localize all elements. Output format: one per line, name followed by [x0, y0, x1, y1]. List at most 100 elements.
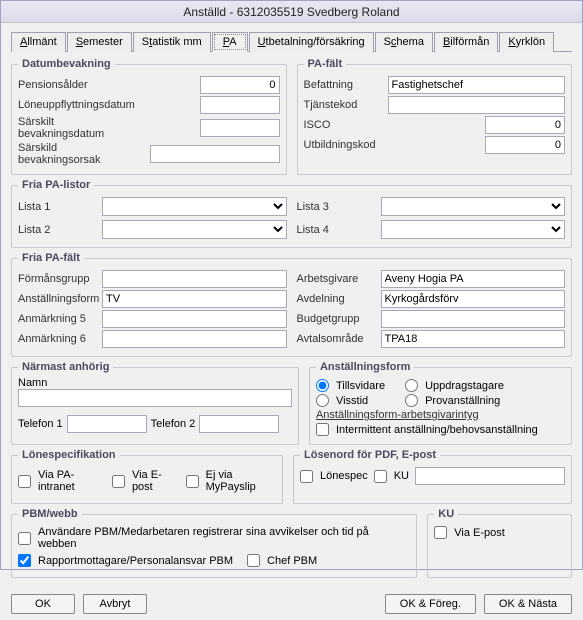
radio-visstid[interactable]	[316, 394, 329, 407]
input-utbildningskod[interactable]	[485, 136, 565, 154]
tab-bilforman[interactable]: Bilförmån	[434, 32, 498, 52]
legend-fria-falt: Fria PA-fält	[18, 252, 84, 264]
input-isco[interactable]	[485, 116, 565, 134]
group-fria-falt: Fria PA-fält Förmånsgrupp Anställningsfo…	[11, 252, 572, 357]
radio-provanstallning[interactable]	[405, 394, 418, 407]
label-sarskilt-datum: Särskilt bevakningsdatum	[18, 116, 138, 140]
cancel-button[interactable]: Avbryt	[83, 594, 147, 614]
input-telefon1[interactable]	[67, 415, 147, 433]
input-namn[interactable]	[18, 389, 292, 407]
legend-ku: KU	[434, 508, 458, 520]
label-telefon1: Telefon 1	[18, 418, 63, 430]
select-lista3[interactable]	[381, 197, 566, 216]
input-telefon2[interactable]	[199, 415, 279, 433]
check-ku-pw[interactable]	[374, 470, 387, 483]
check-lonespec-pw[interactable]	[300, 470, 313, 483]
tab-utbetalning[interactable]: Utbetalning/försäkring	[249, 32, 374, 52]
group-anstallningsform: Anställningsform Tillsvidare Visstid Upp…	[309, 361, 572, 445]
label-lista1: Lista 1	[18, 201, 98, 213]
label-intermittent: Intermittent anställning/behovsanställni…	[336, 424, 538, 436]
check-intermittent[interactable]	[316, 423, 329, 436]
check-ku-epost[interactable]	[434, 526, 447, 539]
legend-narmast: Närmast anhörig	[18, 361, 113, 373]
label-ku-epost: Via E-post	[454, 527, 505, 539]
input-tjanstekod[interactable]	[388, 96, 566, 114]
input-avtalsomrade[interactable]	[381, 330, 566, 348]
ok-prev-button[interactable]: OK & Föreg.	[385, 594, 476, 614]
input-formansgrupp[interactable]	[102, 270, 287, 288]
input-befattning[interactable]	[388, 76, 566, 94]
input-anmarkning5[interactable]	[102, 310, 287, 328]
ok-next-button[interactable]: OK & Nästa	[484, 594, 572, 614]
label-pensionsalder: Pensionsålder	[18, 79, 138, 91]
label-lista2: Lista 2	[18, 224, 98, 236]
input-anmarkning6[interactable]	[102, 330, 287, 348]
legend-datumbevakning: Datumbevakning	[18, 58, 115, 70]
tab-schema[interactable]: Schema	[375, 32, 433, 52]
radio-tillsvidare[interactable]	[316, 379, 329, 392]
input-budgetgrupp[interactable]	[381, 310, 566, 328]
label-utbildningskod: Utbildningskod	[304, 139, 384, 151]
legend-anstallningsform: Anställningsform	[316, 361, 414, 373]
tab-pa[interactable]: PA	[212, 32, 248, 52]
label-anmarkning5: Anmärkning 5	[18, 313, 98, 325]
tab-bar: Allmänt Semester Statistik mm PA Utbetal…	[11, 31, 572, 52]
input-sarskild-orsak[interactable]	[150, 145, 280, 163]
input-pensionsalder[interactable]	[200, 76, 280, 94]
legend-losenord: Lösenord för PDF, E-post	[300, 449, 440, 461]
tab-statistik[interactable]: Statistik mm	[133, 32, 211, 52]
group-pafalt: PA-fält Befattning Tjänstekod ISCO Utbil…	[297, 58, 573, 175]
check-via-intranet[interactable]	[18, 475, 31, 488]
tab-kyrklon[interactable]: Kyrklön	[499, 32, 554, 52]
select-lista4[interactable]	[381, 220, 566, 239]
window-title: Anställd - 6312035519 Svedberg Roland	[1, 1, 582, 23]
label-visstid: Visstid	[336, 395, 368, 407]
group-pbm: PBM/webb Användare PBM/Medarbetaren regi…	[11, 508, 417, 578]
check-ej-mypayslip[interactable]	[186, 475, 199, 488]
label-budgetgrupp: Budgetgrupp	[297, 313, 377, 325]
group-fria-listor: Fria PA-listor Lista 1 Lista 3 Lista 2 L…	[11, 179, 572, 248]
label-lista3: Lista 3	[297, 201, 377, 213]
input-arbetsgivare[interactable]	[381, 270, 566, 288]
tab-allmant[interactable]: Allmänt	[11, 32, 66, 52]
label-befattning: Befattning	[304, 79, 384, 91]
input-avdelning[interactable]	[381, 290, 566, 308]
label-isco: ISCO	[304, 119, 384, 131]
group-ku: KU Via E-post	[427, 508, 572, 578]
label-pbm-chef: Chef PBM	[267, 555, 317, 567]
label-avtalsomrade: Avtalsområde	[297, 333, 377, 345]
label-lista4: Lista 4	[297, 224, 377, 236]
label-provanstallning: Provanställning	[425, 395, 500, 407]
input-anstallningsform[interactable]	[102, 290, 287, 308]
tab-semester[interactable]: Semester	[67, 32, 132, 52]
label-tillsvidare: Tillsvidare	[336, 380, 385, 392]
legend-lonespec: Lönespecifikation	[18, 449, 120, 461]
label-ej-mypayslip: Ej via MyPayslip	[206, 469, 276, 493]
label-anmarkning6: Anmärkning 6	[18, 333, 98, 345]
check-pbm-chef[interactable]	[247, 554, 260, 567]
group-losenord: Lösenord för PDF, E-post Lönespec KU	[293, 449, 572, 504]
label-lonespec-pw: Lönespec	[320, 470, 368, 482]
ok-button[interactable]: OK	[11, 594, 75, 614]
link-anstallningsform-intyg[interactable]: Anställningsform-arbetsgivarintyg	[316, 409, 565, 421]
select-lista2[interactable]	[102, 220, 287, 239]
label-sarskild-orsak: Särskild bevakningsorsak	[18, 142, 138, 166]
label-via-intranet: Via PA-intranet	[38, 469, 102, 493]
input-sarskilt-datum[interactable]	[200, 119, 280, 137]
label-tjanstekod: Tjänstekod	[304, 99, 384, 111]
check-via-epost[interactable]	[112, 475, 125, 488]
select-lista1[interactable]	[102, 197, 287, 216]
label-namn: Namn	[18, 377, 292, 389]
group-datumbevakning: Datumbevakning Pensionsålder Löneuppflyt…	[11, 58, 287, 175]
group-lonespec: Lönespecifikation Via PA-intranet Via E-…	[11, 449, 283, 504]
legend-fria-listor: Fria PA-listor	[18, 179, 94, 191]
label-loneuppflyttning: Löneuppflyttningsdatum	[18, 99, 138, 111]
input-loneuppflyttning[interactable]	[200, 96, 280, 114]
label-anstallningsform: Anställningsform	[18, 293, 98, 305]
check-pbm-rapport[interactable]	[18, 554, 31, 567]
check-pbm-anvandare[interactable]	[18, 532, 31, 545]
radio-uppdragstagare[interactable]	[405, 379, 418, 392]
label-telefon2: Telefon 2	[151, 418, 196, 430]
input-losenord[interactable]	[415, 467, 565, 485]
label-ku-pw: KU	[394, 470, 409, 482]
